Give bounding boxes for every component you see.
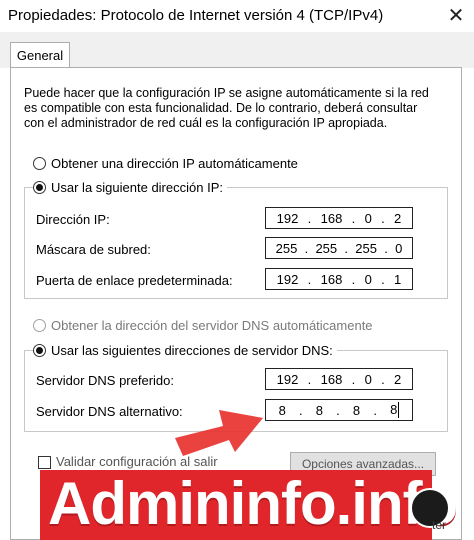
close-icon[interactable]: ✕ [444,4,468,28]
text-cursor [398,402,400,419]
dns-manual-label: Usar las siguientes direcciones de servi… [51,342,333,358]
ip-address-octet-3: 0 [364,210,372,226]
preferred-dns-input[interactable]: 192. 168. 0. 2 [265,368,413,390]
ip-manual-label: Usar la siguiente dirección IP: [51,179,223,195]
subnet-mask-octet-3: 255 [355,240,377,256]
preferred-dns-octet-1: 192 [276,371,299,387]
window-title: Propiedades: Protocolo de Internet versi… [8,7,384,24]
gateway-octet-3: 0 [364,271,372,287]
gateway-input[interactable]: 192. 168. 0. 1 [265,268,413,290]
ip-auto-option[interactable]: Obtener una dirección IP automáticamente [33,154,298,172]
tab-strip: General [0,32,474,69]
preferred-dns-octet-2: 168 [320,371,343,387]
gateway-octet-1: 192 [276,271,299,287]
alternate-dns-label: Servidor DNS alternativo: [36,404,183,419]
subnet-mask-octet-2: 255 [315,240,338,256]
subnet-mask-octet-4: 0 [395,240,403,256]
title-bar: Propiedades: Protocolo de Internet versi… [0,0,474,32]
watermark-text: Admininfo.info [48,470,458,537]
dns-auto-option: Obtener la dirección del servidor DNS au… [33,316,373,334]
gateway-label: Puerta de enlace predeterminada: [36,273,233,288]
ip-manual-radio[interactable] [33,180,46,194]
alternate-dns-octet-4: 8 [390,401,398,417]
tab-general[interactable]: General [10,42,70,69]
preferred-dns-octet-4: 2 [394,371,402,387]
validate-label: Validar configuración al salir [56,454,218,469]
dns-manual-radio[interactable] [33,343,46,357]
subnet-mask-input[interactable]: 255. 255. 255. 0 [265,237,413,259]
dns-auto-label: Obtener la dirección del servidor DNS au… [51,317,373,333]
subnet-mask-octet-1: 255 [275,240,298,256]
ok-button-partial[interactable]: ter [432,518,446,532]
preferred-dns-label: Servidor DNS preferido: [36,373,174,388]
ip-address-octet-2: 168 [320,210,343,226]
alternate-dns-octet-2: 8 [315,402,323,418]
dns-auto-radio [33,318,46,332]
gateway-octet-2: 168 [320,271,343,287]
dns-manual-option[interactable]: Usar las siguientes direcciones de servi… [33,341,337,359]
subnet-mask-label: Máscara de subred: [36,242,151,257]
ip-auto-radio[interactable] [33,156,46,170]
alternate-dns-octet-3: 8 [352,402,361,418]
ip-manual-option[interactable]: Usar la siguiente dirección IP: [33,178,227,196]
description-text: Puede hacer que la configuración IP se a… [24,86,429,130]
alternate-dns-octet-1: 8 [278,402,286,418]
alternate-dns-input[interactable]: 8. 8. 8. 8 [265,399,413,421]
preferred-dns-octet-3: 0 [364,371,372,387]
ip-address-octet-1: 192 [276,210,299,226]
ip-auto-label: Obtener una dirección IP automáticamente [51,155,298,171]
ip-address-input[interactable]: 192. 168. 0. 2 [265,207,413,229]
ip-address-octet-4: 2 [394,210,402,226]
ip-address-label: Dirección IP: [36,212,110,227]
gateway-octet-4: 1 [394,271,402,287]
